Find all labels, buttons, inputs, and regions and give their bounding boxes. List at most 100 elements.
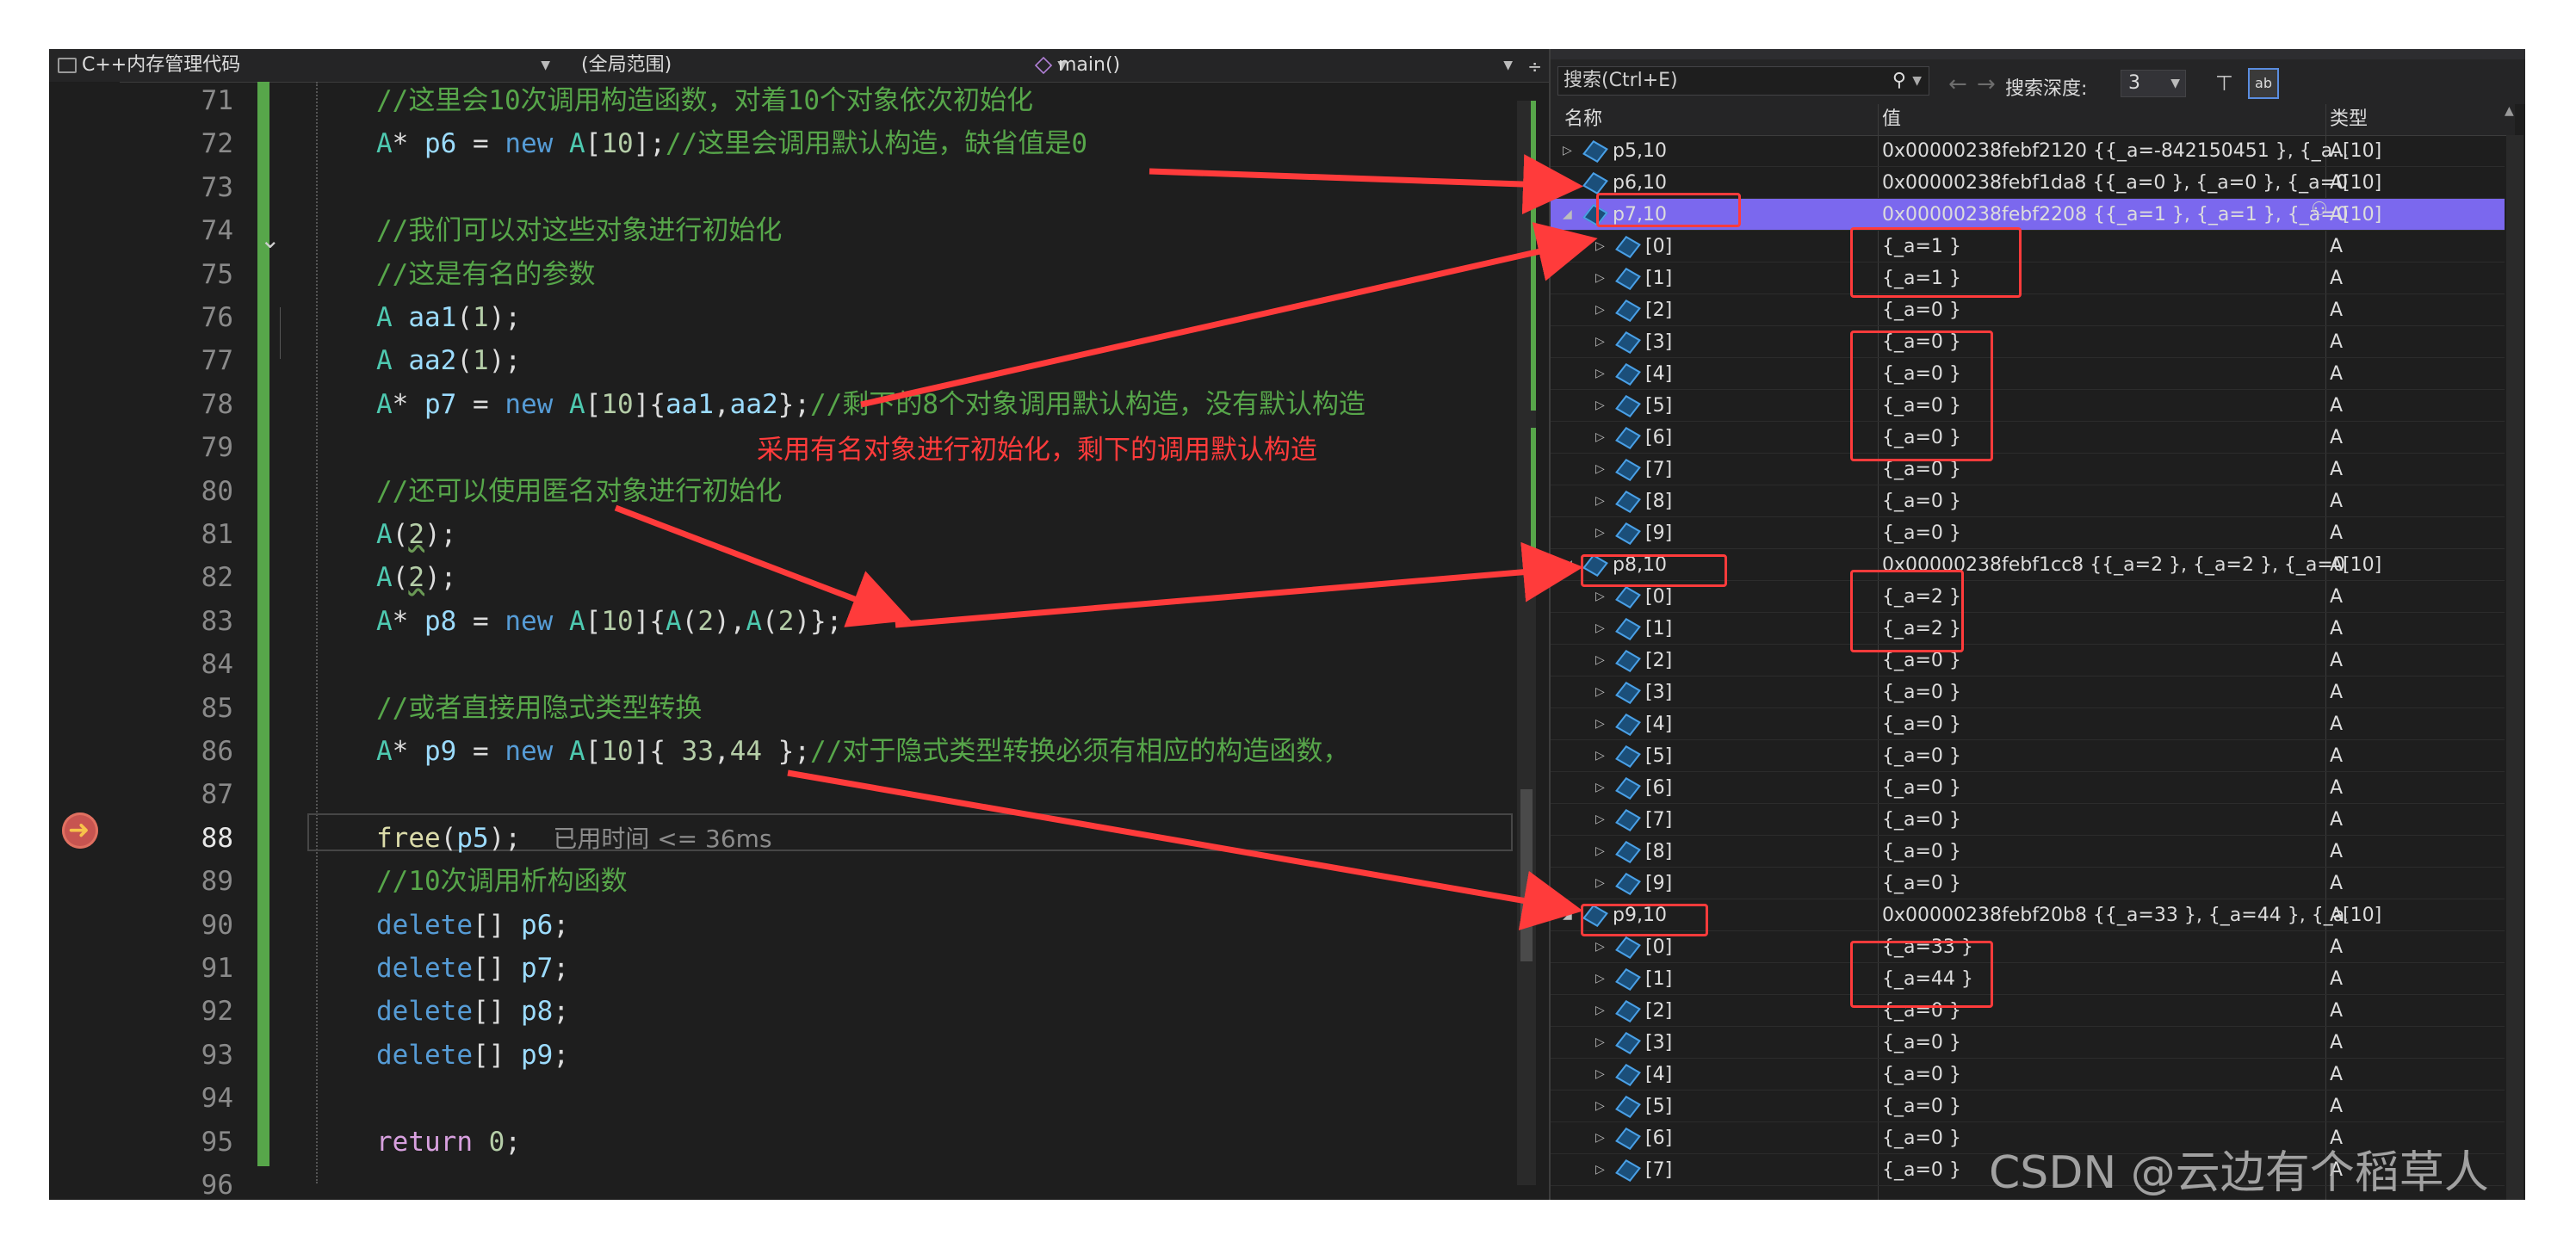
expand-arrow-icon[interactable]: ▷ [1595,1059,1605,1090]
expand-arrow-icon[interactable]: ▷ [1595,645,1605,677]
expand-arrow-icon[interactable]: ▷ [1595,804,1605,836]
expand-arrow-icon[interactable]: ▷ [1595,1154,1605,1186]
code-line[interactable]: A* p6 = new A[10];//这里会调用默认构造，缺省值是0 [376,123,1087,164]
watch-row[interactable]: ▷ [1] {_a=2 } A [1551,613,2505,645]
code-line[interactable]: A* p7 = new A[10]{aa1,aa2};//剩下的8个对象调用默认… [376,384,1365,425]
watch-row[interactable]: ▷ [8] {_a=0 } A [1551,836,2505,868]
search-input[interactable]: 搜索(Ctrl+E) ⚲ ▼ [1557,66,1929,96]
function-dropdown[interactable]: main() ▼ [1034,53,1518,78]
expand-arrow-icon[interactable]: ▷ [1595,231,1605,263]
code-line[interactable]: //还可以使用匿名对象进行初始化 [376,471,782,512]
expand-arrow-icon[interactable]: ▷ [1595,263,1605,294]
expand-arrow-icon[interactable]: ▷ [1595,1090,1605,1122]
expand-arrow-icon[interactable]: ▷ [1595,454,1605,485]
code-line[interactable]: //这是有名的参数 [376,254,595,295]
scope-dropdown[interactable]: (全局范围) ▼ [581,53,1072,78]
code-line[interactable]: return 0; [376,1121,521,1163]
watch-row[interactable]: ▷ [2] {_a=0 } A [1551,294,2505,326]
copilot-icon[interactable]: ⚇ [2311,199,2328,220]
expand-arrow-icon[interactable]: ▷ [1595,708,1605,740]
watch-row[interactable]: ▷ [1] {_a=1 } A [1551,263,2505,294]
code-line[interactable]: delete[] p9; [376,1035,569,1076]
watch-row[interactable]: ▷ [6] {_a=0 } A [1551,422,2505,454]
pin-icon[interactable]: ⊤ [2215,71,2233,96]
chevron-down-icon[interactable]: ▼ [1912,67,1922,95]
code-line[interactable]: delete[] p8; [376,991,569,1032]
expand-arrow-icon[interactable]: ▷ [1595,1122,1605,1154]
collapse-arrow-icon[interactable]: ◢ [1563,549,1572,581]
column-header-type[interactable]: 类型 [2330,104,2368,135]
code-line[interactable]: free(p5); 已用时间 <= 36ms [376,818,772,859]
expand-arrow-icon[interactable]: ▷ [1595,517,1605,549]
split-editor-icon[interactable]: ÷ [1527,56,1542,77]
watch-row[interactable]: ▷ [5] {_a=0 } A [1551,740,2505,772]
watch-row[interactable]: ▷ [2] {_a=0 } A [1551,645,2505,677]
code-line[interactable]: A(2); [376,557,456,598]
watch-row[interactable]: ▷ [9] {_a=0 } A [1551,868,2505,899]
code-line[interactable]: A(2); [376,514,456,555]
watch-row[interactable]: ▷ [4] {_a=0 } A [1551,358,2505,390]
search-previous-arrow-icon[interactable]: ← [1948,71,1967,97]
expand-arrow-icon[interactable]: ▷ [1595,868,1605,899]
expand-arrow-icon[interactable]: ▷ [1595,485,1605,517]
watch-row[interactable]: ▷ [2] {_a=0 } A [1551,995,2505,1027]
watch-row[interactable]: ▷ [4] {_a=0 } A [1551,1059,2505,1090]
expand-arrow-icon[interactable]: ▷ [1595,326,1605,358]
watch-vertical-scrollbar[interactable] [2506,135,2523,1200]
scrollbar-thumb[interactable] [1520,789,1533,961]
code-line[interactable]: //或者直接用隐式类型转换 [376,688,702,729]
collapse-arrow-icon[interactable]: ◢ [1563,199,1572,231]
watch-row[interactable]: ▷ p5,10 0x00000238febf2120 {{_a=-842150451… [1551,135,2505,167]
expand-arrow-icon[interactable]: ▷ [1595,836,1605,868]
code-line[interactable]: A* p8 = new A[10]{A(2),A(2)}; [376,601,842,642]
watch-row-value: {_a=0 } [1882,714,1961,735]
watch-row[interactable]: ▷ [7] {_a=0 } A [1551,804,2505,836]
watch-row[interactable]: ▷ [9] {_a=0 } A [1551,517,2505,549]
expand-arrow-icon[interactable]: ▷ [1595,772,1605,804]
code-line[interactable]: delete[] p7; [376,948,569,989]
expand-arrow-icon[interactable]: ▷ [1595,963,1605,995]
search-icon[interactable]: ⚲ [1892,67,1906,95]
watch-row[interactable]: ▷ [7] {_a=0 } A [1551,454,2505,485]
expand-arrow-icon[interactable]: ▷ [1563,167,1572,199]
collapse-arrow-icon[interactable]: ◢ [1563,899,1572,931]
expand-arrow-icon[interactable]: ▷ [1595,390,1605,422]
watch-row[interactable]: ▷ [3] {_a=0 } A [1551,677,2505,708]
code-lines[interactable]: //这里会10次调用构造函数，对着10个对象依次初始化 A* p6 = new A… [376,82,1521,1200]
search-next-arrow-icon[interactable]: → [1977,71,1996,97]
code-line[interactable]: A* p9 = new A[10]{ 33,44 };//对于隐式类型转换必须有… [376,731,1349,772]
expand-arrow-icon[interactable]: ▷ [1595,677,1605,708]
code-line[interactable]: //我们可以对这些对象进行初始化 [376,210,782,251]
watch-row[interactable]: ▷ [3] {_a=0 } A [1551,1027,2505,1059]
hex-display-toggle-icon[interactable]: ab [2248,68,2279,99]
search-depth-dropdown[interactable]: 3 ▼ [2121,70,2186,97]
expand-arrow-icon[interactable]: ▷ [1595,294,1605,326]
expand-arrow-icon[interactable]: ▷ [1595,1027,1605,1059]
column-header-name[interactable]: 名称 [1564,104,1602,135]
expand-arrow-icon[interactable]: ▷ [1595,422,1605,454]
breakpoint-gutter[interactable] [49,82,120,1200]
scroll-up-arrow-icon[interactable]: ▲ [2505,104,2514,118]
code-line[interactable]: //这里会10次调用构造函数，对着10个对象依次初始化 [376,82,1033,121]
fold-chevron-icon[interactable]: ⌄ [260,226,286,260]
file-dropdown[interactable]: C++内存管理代码 ▼ [58,53,555,78]
watch-row[interactable]: ▷ [3] {_a=0 } A [1551,326,2505,358]
expand-arrow-icon[interactable]: ▷ [1595,740,1605,772]
watch-row[interactable]: ▷ [8] {_a=0 } A [1551,485,2505,517]
editor-vertical-scrollbar[interactable] [1517,101,1536,1185]
watch-row[interactable]: ▷ [5] {_a=0 } A [1551,1090,2505,1122]
code-line[interactable]: delete[] p6; [376,905,569,946]
expand-arrow-icon[interactable]: ▷ [1595,995,1605,1027]
column-header-value[interactable]: 值 [1882,104,1901,135]
code-line[interactable]: A aa1(1); [376,297,521,338]
watch-row[interactable]: ▷ [6] {_a=0 } A [1551,772,2505,804]
code-line[interactable]: A aa2(1); [376,340,521,381]
watch-row[interactable]: ▷ [0] {_a=1 } A [1551,231,2505,263]
watch-row[interactable]: ▷ [5] {_a=0 } A [1551,390,2505,422]
watch-row[interactable]: ▷ [4] {_a=0 } A [1551,708,2505,740]
expand-arrow-icon[interactable]: ▷ [1595,358,1605,390]
expand-arrow-icon[interactable]: ▷ [1595,613,1605,645]
watch-row[interactable]: ▷ [1] {_a=44 } A [1551,963,2505,995]
expand-arrow-icon[interactable]: ▷ [1563,135,1572,167]
code-line[interactable]: //10次调用析构函数 [376,861,628,902]
